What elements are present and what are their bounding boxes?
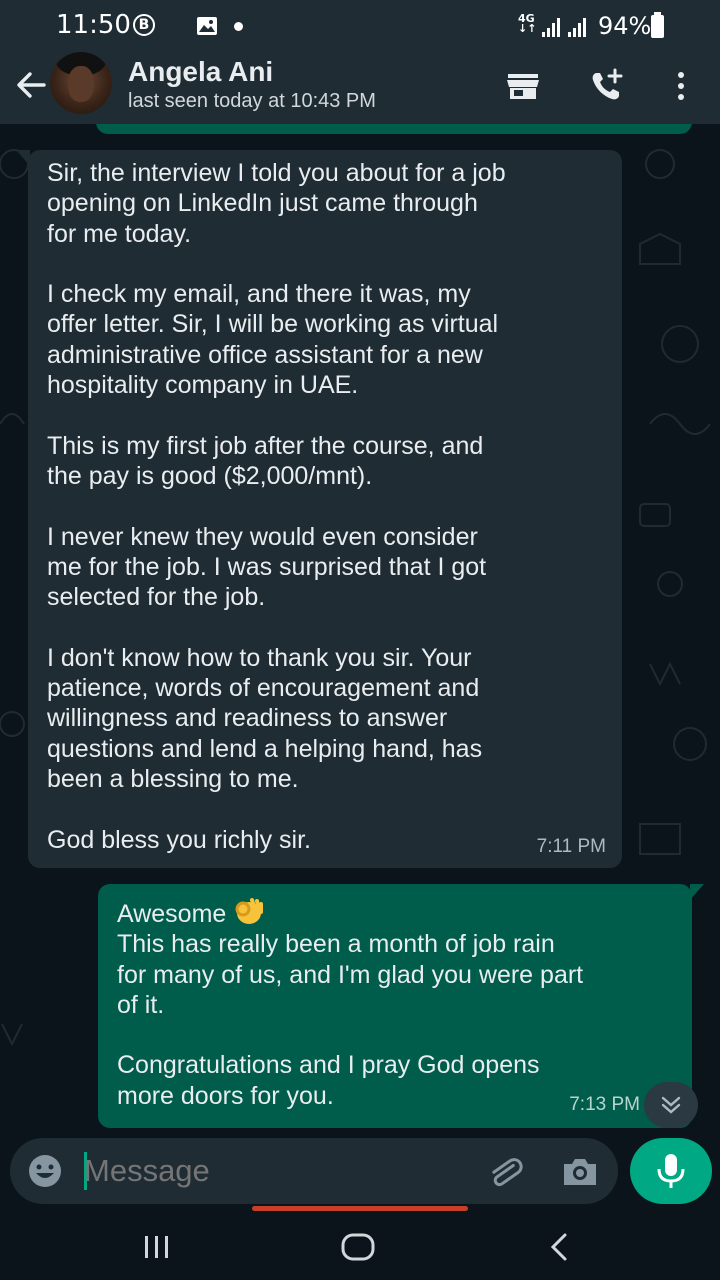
kebab-menu-icon [678,72,684,100]
battery-icon [651,12,664,38]
add-call-button[interactable] [588,68,624,104]
avatar-face [68,66,94,102]
status-bar: 11:50 B 4G ↓↑ 94% [0,0,720,52]
phone-plus-icon [592,68,623,100]
back-arrow-icon[interactable] [14,68,48,102]
message-paragraph: I don't know how to thank you sir. Your … [47,643,483,793]
signal-icon [542,18,560,37]
outgoing-message-bubble[interactable]: Awesome This has really been a month of … [98,884,704,1128]
previous-message-bubble[interactable] [96,124,692,134]
back-nav-icon[interactable] [540,1230,580,1264]
contact-name[interactable]: Angela Ani [128,56,273,88]
scroll-to-bottom-button[interactable] [644,1082,698,1128]
message-paragraph: This has really been a month of job rain… [117,930,584,1019]
network-type-label: 4G [518,12,535,25]
message-paragraph: God bless you richly sir. [47,825,311,854]
home-icon[interactable] [338,1230,378,1264]
message-first-line: Awesome [117,896,674,929]
chat-area[interactable]: Sir, the interview I told you about for … [0,124,720,1210]
shop-button[interactable] [505,68,541,104]
avatar[interactable] [50,52,112,114]
notification-dot-icon [234,22,243,31]
voice-message-button[interactable] [630,1138,712,1204]
message-timestamp: 7:11 PM [536,835,606,857]
status-time: 11:50 [56,10,131,40]
incoming-message-bubble[interactable]: Sir, the interview I told you about for … [16,150,622,868]
message-paragraph: I check my email, and there it was, my o… [47,280,499,400]
gallery-icon [197,17,217,35]
message-input[interactable] [84,1148,464,1194]
message-text: Awesome [117,900,227,928]
battery-percent: 94% [598,12,652,40]
message-paragraph: I never knew they would even consider me… [47,522,487,612]
message-timestamp: 7:13 PM [569,1093,640,1115]
last-seen-status: last seen today at 10:43 PM [128,90,376,112]
paperclip-icon[interactable] [484,1152,524,1192]
system-navigation-bar [0,1206,720,1280]
message-paragraph: This is my first job after the course, a… [47,431,484,490]
recent-apps-icon[interactable] [138,1230,178,1264]
more-options-button[interactable] [664,68,700,104]
double-chevron-down-icon [661,1096,681,1114]
message-paragraph: Sir, the interview I told you about for … [47,159,506,248]
network-type: 4G ↓↑ [518,12,537,35]
b-badge-icon: B [133,14,155,36]
ok-hand-emoji-icon [235,898,264,924]
emoji-icon[interactable] [28,1154,62,1188]
signal-icon-sim2 [568,18,586,37]
microphone-icon [657,1154,685,1188]
camera-icon[interactable] [560,1152,600,1192]
storefront-icon [507,74,539,99]
nav-indicator [252,1206,468,1211]
chat-header: Angela Ani last seen today at 10:43 PM [0,52,720,124]
message-composer [10,1138,618,1204]
